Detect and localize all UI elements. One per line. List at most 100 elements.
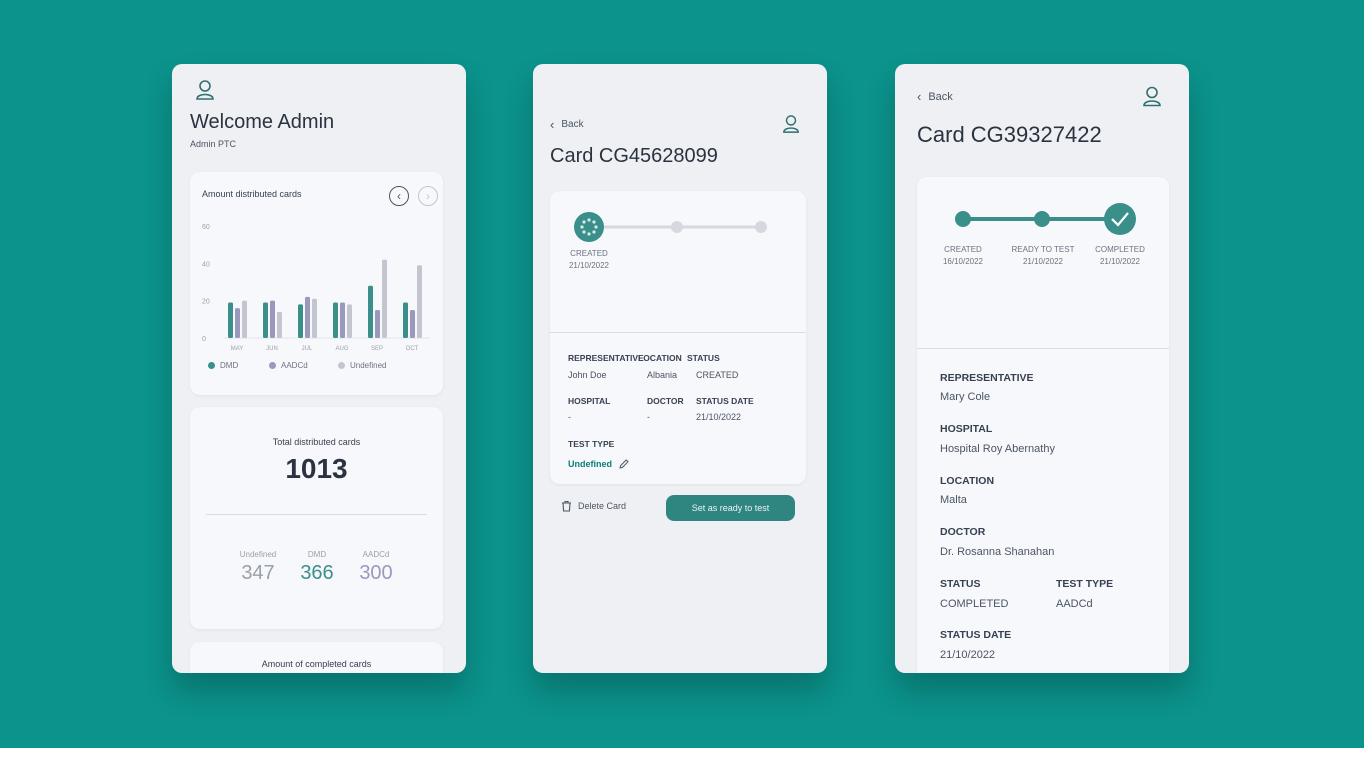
y-tick-label: 60 [202, 224, 210, 231]
card-info-panel: CREATED 21/10/2022 REPRESENTATIVE LOCATI… [550, 191, 806, 484]
status-date-label: STATUS DATE [696, 396, 754, 406]
set-ready-button[interactable]: Set as ready to test [666, 495, 795, 521]
user-icon[interactable] [1142, 85, 1162, 108]
bar-dmd-aug[interactable] [333, 302, 338, 338]
delete-card-button[interactable]: Delete Card [561, 500, 626, 512]
card-title: Card CG39327422 [917, 122, 1102, 147]
bar-aadcd-may[interactable] [235, 308, 240, 338]
status-date-value: 21/10/2022 [696, 412, 742, 422]
chevron-left-icon: ‹ [550, 117, 555, 132]
bar-aadcd-oct[interactable] [410, 310, 415, 338]
total-distributed-card: Total distributed cards 1013 Undefined 3… [190, 407, 443, 629]
step-pending-marker [755, 221, 767, 233]
doctor-label: DOCTOR [647, 396, 684, 406]
divider [206, 514, 427, 515]
test-type-label: TEST TYPE [1056, 578, 1114, 590]
hospital-label: HOSPITAL [568, 396, 611, 406]
representative-value: Mary Cole [940, 391, 991, 403]
legend-item-dmd: DMD [208, 361, 238, 370]
user-icon[interactable] [782, 114, 800, 134]
step-created: CREATED 16/10/2022 [942, 245, 984, 266]
hospital-label: HOSPITAL [940, 423, 993, 435]
hospital-value: - [568, 412, 571, 422]
location-value: Malta [940, 494, 967, 506]
back-button[interactable]: ‹ Back [917, 89, 953, 104]
location-value: Albania [647, 370, 678, 380]
dashboard-screen: Welcome Admin Admin PTC Amount distribut… [172, 64, 466, 673]
bar-undefined-oct[interactable] [417, 265, 422, 338]
status-date-label: STATUS DATE [940, 629, 1012, 641]
step-created: CREATED 21/10/2022 [568, 249, 610, 270]
status-label: STATUS [687, 353, 720, 363]
chevron-left-icon: ‹ [917, 89, 922, 104]
y-tick-label: 0 [202, 336, 206, 343]
bar-undefined-sep[interactable] [382, 259, 387, 338]
x-tick-label: JUL [302, 346, 313, 352]
x-tick-label: JUN [266, 346, 278, 352]
divider [550, 332, 806, 333]
user-subtitle: Admin PTC [190, 139, 237, 149]
bar-dmd-jun[interactable] [263, 302, 268, 338]
test-type-edit[interactable]: Undefined [568, 458, 630, 470]
bar-aadcd-sep[interactable] [375, 310, 380, 338]
status-value: CREATED [696, 370, 739, 380]
status-value: COMPLETED [940, 598, 1009, 610]
location-label: LOCATION [638, 353, 682, 363]
pencil-icon [619, 459, 629, 469]
status-date-value: 21/10/2022 [940, 649, 996, 661]
total-title: Total distributed cards [272, 437, 361, 447]
doctor-value: Dr. Rosanna Shanahan [940, 546, 1055, 558]
legend-dot [338, 362, 345, 369]
bar-undefined-aug[interactable] [347, 304, 352, 338]
bar-aadcd-jun[interactable] [270, 300, 275, 338]
hospital-value: Hospital Roy Abernathy [940, 443, 1055, 455]
step-ready-to-test: READY TO TEST 21/10/2022 [1011, 245, 1075, 266]
bar-dmd-may[interactable] [228, 302, 233, 338]
step-done-marker [1034, 211, 1050, 227]
step-current-marker [1104, 203, 1136, 235]
bar-undefined-jun[interactable] [277, 311, 282, 338]
completed-title: Amount of completed cards [261, 659, 372, 669]
doctor-value: - [647, 412, 650, 422]
legend-dot [269, 362, 276, 369]
bar-dmd-sep[interactable] [368, 285, 373, 338]
legend-dot [208, 362, 215, 369]
y-tick-label: 20 [202, 299, 210, 306]
x-tick-label: OCT [406, 346, 419, 352]
stat-undefined: Undefined 347 [239, 550, 277, 584]
x-tick-label: AUG [335, 346, 348, 352]
x-tick-label: SEP [371, 346, 383, 352]
x-tick-label: MAY [231, 346, 244, 352]
user-icon[interactable] [195, 79, 215, 101]
total-value: 1013 [285, 453, 348, 484]
bar-undefined-jul[interactable] [312, 298, 317, 338]
location-label: LOCATION [940, 475, 995, 487]
card-title: Card CG45628099 [550, 145, 718, 167]
doctor-label: DOCTOR [940, 526, 986, 538]
bar-aadcd-aug[interactable] [340, 302, 345, 338]
representative-label: REPRESENTATIVE [568, 353, 644, 363]
distributed-chart-card: Amount distributed cards ‹ › 0 20 40 60 MAY J… [190, 172, 443, 395]
status-label: STATUS [940, 578, 981, 590]
back-button[interactable]: ‹ Back [550, 117, 584, 132]
completed-cards-card: Amount of completed cards [190, 642, 443, 673]
bar-dmd-jul[interactable] [298, 304, 303, 338]
test-type-label: TEST TYPE [568, 439, 615, 449]
completed-card-screen: ‹ Back Card CG39327422 CREATED 16/10/202… [895, 64, 1189, 673]
test-type-value: AADCd [1056, 598, 1093, 610]
step-completed: COMPLETED 21/10/2022 [1095, 245, 1145, 266]
stat-aadcd: AADCd 300 [359, 550, 393, 584]
step-current-marker [574, 212, 604, 242]
legend-item-undefined: Undefined [338, 361, 386, 370]
divider [917, 348, 1169, 349]
bar-aadcd-jul[interactable] [305, 296, 310, 338]
card-detail-screen: ‹ Back Card CG45628099 CREATED 21/10/202… [533, 64, 827, 673]
step-pending-marker [671, 221, 683, 233]
welcome-heading: Welcome Admin [190, 111, 335, 133]
legend-item-aadcd: AADCd [269, 361, 308, 370]
step-done-marker [955, 211, 971, 227]
y-tick-label: 40 [202, 261, 210, 268]
bar-dmd-oct[interactable] [403, 302, 408, 338]
progress-stepper [955, 203, 1136, 235]
bar-undefined-may[interactable] [242, 300, 247, 338]
